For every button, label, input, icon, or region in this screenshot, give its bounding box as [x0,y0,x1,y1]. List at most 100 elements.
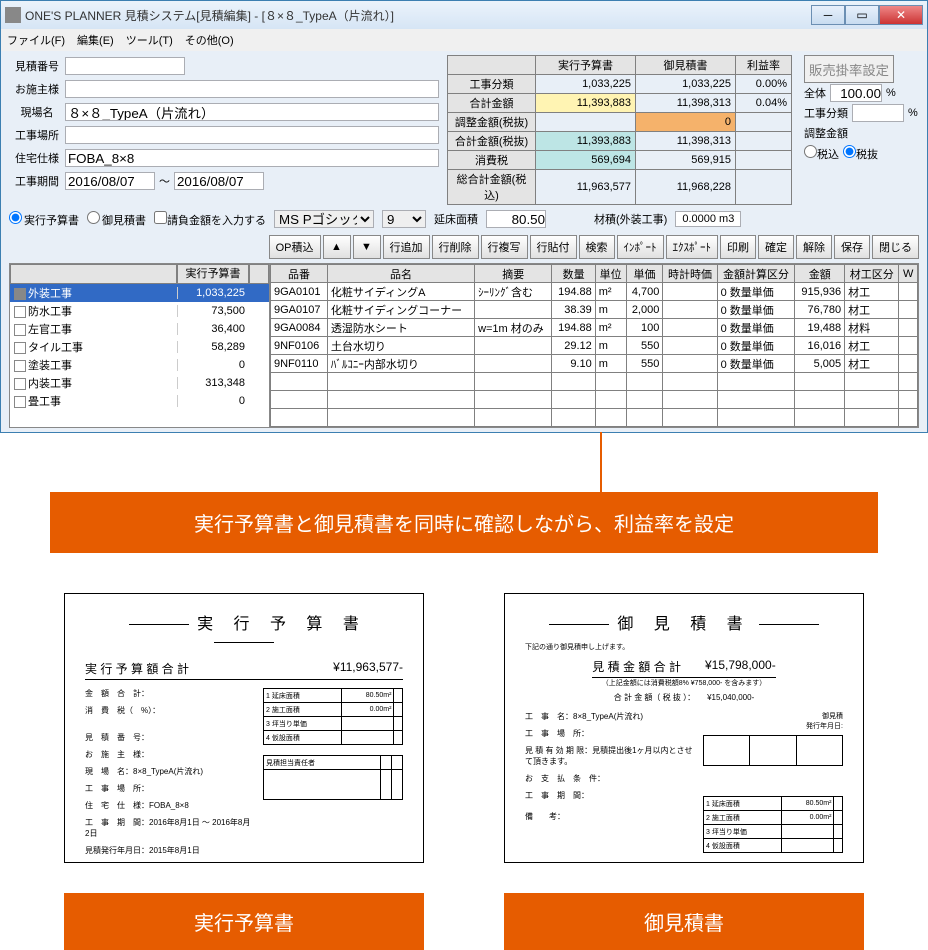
grid-cell[interactable]: 0 数量単価 [717,337,795,355]
input-siteplace[interactable] [65,126,439,144]
grid-cell[interactable]: 915,936 [795,283,845,301]
tree-row[interactable]: 外装工事 1,033,225 [10,284,269,302]
grid-cell[interactable]: 材料 [845,319,899,337]
toolbar-btn-6[interactable]: 行貼付 [530,235,577,259]
grid-cell-empty[interactable] [899,391,918,409]
grid-cell-empty[interactable] [626,391,663,409]
tree-row[interactable]: 防水工事 73,500 [10,302,269,320]
grid-cell-empty[interactable] [717,373,795,391]
input-period-from[interactable] [65,172,155,190]
grid-cell-empty[interactable] [717,409,795,427]
toolbar-btn-8[interactable]: ｲﾝﾎﾟｰﾄ [617,235,664,259]
toolbar-btn-12[interactable]: 解除 [796,235,832,259]
grid-cell-empty[interactable] [271,373,328,391]
radio-quote-label[interactable]: 御見積書 [87,211,146,228]
grid-cell[interactable]: ｼｰﾘﾝｸﾞ含む [475,283,552,301]
grid-cell[interactable] [663,337,717,355]
grid-cell[interactable]: 194.88 [552,319,595,337]
chk-contract[interactable] [154,211,167,224]
radio-taxout-label[interactable]: 税抜 [843,145,878,162]
tree-row[interactable]: タイル工事 58,289 [10,338,269,356]
close-button[interactable]: ✕ [879,5,923,25]
grid-row[interactable]: 9NF0106土台水切り29.12m5500 数量単価16,016材工 [271,337,918,355]
grid-cell-empty[interactable] [475,409,552,427]
grid-cell-empty[interactable] [845,391,899,409]
grid-cell[interactable]: 194.88 [552,283,595,301]
grid-cell[interactable]: 0 数量単価 [717,319,795,337]
grid-cell[interactable] [899,283,918,301]
grid-cell[interactable] [663,301,717,319]
grid-cell[interactable] [899,301,918,319]
input-cat-pct[interactable] [852,104,904,122]
input-all-pct[interactable] [830,84,882,102]
select-size[interactable]: 9 [382,210,426,228]
grid-cell[interactable]: 9NF0110 [271,355,328,373]
toolbar-btn-2[interactable]: ▼ [353,235,381,259]
grid-cell-empty[interactable] [717,391,795,409]
grid-cell[interactable]: m [595,301,626,319]
input-period-to[interactable] [174,172,264,190]
grid-cell-empty[interactable] [595,391,626,409]
grid-cell[interactable]: m² [595,319,626,337]
grid-cell[interactable]: m [595,337,626,355]
grid-cell[interactable]: 19,488 [795,319,845,337]
menu-other[interactable]: その他(O) [185,32,234,48]
grid-cell[interactable] [899,319,918,337]
input-floor[interactable] [486,210,546,228]
grid-cell[interactable]: m² [595,283,626,301]
grid-cell-empty[interactable] [626,409,663,427]
grid-cell[interactable]: 76,780 [795,301,845,319]
menu-tool[interactable]: ツール(T) [126,32,173,48]
radio-quote[interactable] [87,211,100,224]
toolbar-btn-14[interactable]: 閉じる [872,235,919,259]
input-estimate-no[interactable] [65,57,185,75]
grid-cell[interactable]: 透湿防水シート [327,319,474,337]
grid-cell[interactable] [475,337,552,355]
toolbar-btn-9[interactable]: ｴｸｽﾎﾟｰﾄ [666,235,719,259]
grid-cell[interactable]: m [595,355,626,373]
grid-cell[interactable]: 38.39 [552,301,595,319]
grid-cell[interactable]: 化粧サイディングA [327,283,474,301]
grid-cell-empty[interactable] [899,373,918,391]
toolbar-btn-7[interactable]: 検索 [579,235,615,259]
grid-cell[interactable]: 29.12 [552,337,595,355]
grid-cell-empty[interactable] [595,373,626,391]
grid-cell-empty[interactable] [626,373,663,391]
grid-cell[interactable]: 材工 [845,355,899,373]
menu-file[interactable]: ファイル(F) [7,32,65,48]
toolbar-btn-1[interactable]: ▲ [323,235,351,259]
input-spec[interactable] [65,149,439,167]
grid-cell-empty[interactable] [845,373,899,391]
grid-cell[interactable]: ﾊﾞﾙｺﾆｰ内部水切り [327,355,474,373]
minimize-button[interactable]: ─ [811,5,845,25]
grid-row[interactable]: 9GA0084透湿防水シートw=1m 材のみ194.88m²1000 数量単価1… [271,319,918,337]
grid-cell[interactable] [899,355,918,373]
grid-cell[interactable]: 9GA0101 [271,283,328,301]
tree-row[interactable]: 左官工事 36,400 [10,320,269,338]
grid-cell[interactable] [475,301,552,319]
grid-cell[interactable]: 550 [626,337,663,355]
grid-cell[interactable]: 100 [626,319,663,337]
tree-row[interactable]: 内装工事 313,348 [10,374,269,392]
grid-cell[interactable]: 2,000 [626,301,663,319]
tree-row[interactable]: 塗装工事 0 [10,356,269,374]
grid-cell[interactable] [475,355,552,373]
grid-cell-empty[interactable] [663,373,717,391]
toolbar-btn-4[interactable]: 行削除 [432,235,479,259]
grid-cell[interactable] [899,337,918,355]
input-sitename[interactable] [65,103,439,121]
grid-cell[interactable] [663,283,717,301]
grid-cell[interactable]: 9GA0084 [271,319,328,337]
grid-cell-empty[interactable] [899,409,918,427]
grid-cell[interactable]: 9.10 [552,355,595,373]
grid-cell-empty[interactable] [795,373,845,391]
grid-cell[interactable]: 16,016 [795,337,845,355]
input-client[interactable] [65,80,439,98]
sales-alloc-button[interactable]: 販売掛率設定 [804,55,894,83]
grid-cell[interactable]: 0 数量単価 [717,355,795,373]
grid-cell-empty[interactable] [552,409,595,427]
radio-exec[interactable] [9,211,22,224]
grid-cell[interactable]: 材工 [845,301,899,319]
grid-cell[interactable]: 材工 [845,337,899,355]
grid-cell-empty[interactable] [552,391,595,409]
